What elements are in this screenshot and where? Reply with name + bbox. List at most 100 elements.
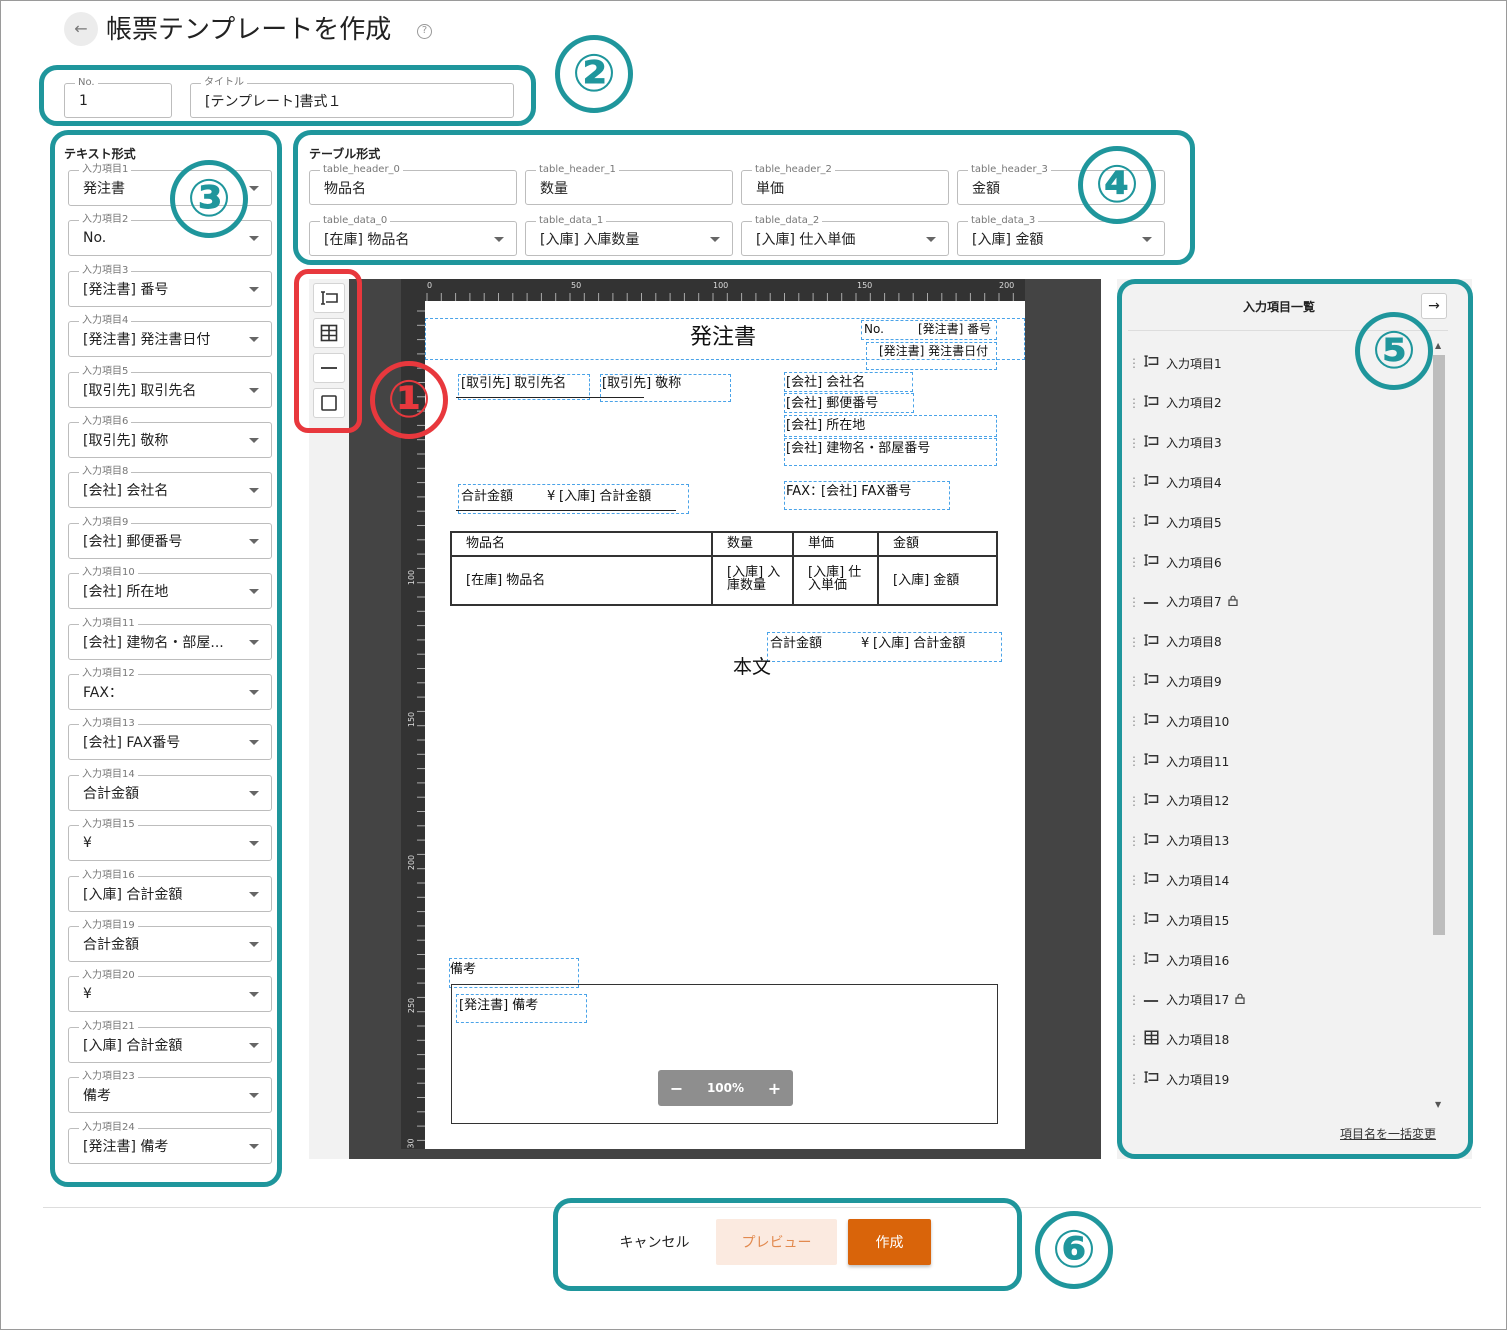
text-field-select[interactable]: 入力項目13 [会社] FAX番号 <box>68 717 272 761</box>
text-field-select[interactable]: 入力項目14 合計金額 <box>68 767 272 811</box>
input-item-label: 入力項目15 <box>1166 913 1230 928</box>
drag-handle-icon[interactable]: ⋮ <box>1128 674 1140 688</box>
table-data-select[interactable]: table_data_2 [入庫] 仕入単価 <box>741 214 949 256</box>
text-field-select[interactable]: 入力項目3 [発注書] 番号 <box>68 263 272 307</box>
drag-handle-icon[interactable]: ⋮ <box>1128 436 1140 450</box>
drag-handle-icon[interactable]: ⋮ <box>1128 993 1140 1007</box>
table-data-select[interactable]: table_data_1 [入庫] 入庫数量 <box>525 214 733 256</box>
input-list-item[interactable]: ⋮ 入力項目11 <box>1128 751 1229 771</box>
fax-value: [会社] FAX番号 <box>821 484 912 499</box>
drag-handle-icon[interactable]: ⋮ <box>1128 834 1140 848</box>
text-field-select[interactable]: 入力項目8 [会社] 会社名 <box>68 465 272 509</box>
table-data-select[interactable]: table_data_3 [入庫] 金額 <box>957 214 1165 256</box>
drag-handle-icon[interactable]: ⋮ <box>1128 873 1140 887</box>
drag-handle-icon[interactable]: ⋮ <box>1128 475 1140 489</box>
list-scrollbar[interactable] <box>1433 355 1445 935</box>
text-field-select[interactable]: 入力項目24 [発注書] 備考 <box>68 1120 272 1164</box>
text-field-icon <box>1140 1070 1162 1088</box>
input-list-item[interactable]: ⋮ 入力項目15 <box>1128 910 1229 930</box>
table-header-field[interactable]: table_header_0 物品名 <box>309 163 517 205</box>
input-list-item[interactable]: ⋮ 入力項目12 <box>1128 791 1229 811</box>
title-value: [テンプレート]書式１ <box>205 93 342 110</box>
text-field-select[interactable]: 入力項目16 [入庫] 合計金額 <box>68 868 272 912</box>
drag-handle-icon[interactable]: ⋮ <box>1128 794 1140 808</box>
input-list-item[interactable]: ⋮ 入力項目1 <box>1128 353 1222 373</box>
table-header-field[interactable]: table_header_2 単価 <box>741 163 949 205</box>
scroll-up-icon[interactable]: ▲ <box>1435 341 1441 350</box>
text-field-select[interactable]: 入力項目12 FAX： <box>68 667 272 710</box>
zoom-out-button[interactable]: − <box>670 1079 683 1098</box>
text-field-select[interactable]: 入力項目10 [会社] 所在地 <box>68 566 272 610</box>
drag-handle-icon[interactable]: ⋮ <box>1128 714 1140 728</box>
table-icon[interactable] <box>313 318 345 348</box>
dropdown-arrow-icon <box>710 236 720 242</box>
back-button[interactable]: ← <box>64 12 98 46</box>
input-list-item[interactable]: ⋮ 入力項目7 <box>1128 592 1238 612</box>
text-field-icon[interactable] <box>313 283 345 313</box>
text-field-select[interactable]: 入力項目2 No. <box>68 213 272 257</box>
scroll-down-icon[interactable]: ▼ <box>1435 1100 1441 1109</box>
input-list-item[interactable]: ⋮ 入力項目18 <box>1128 1030 1229 1050</box>
input-list-item[interactable]: ⋮ 入力項目2 <box>1128 393 1222 413</box>
drag-handle-icon[interactable]: ⋮ <box>1128 953 1140 967</box>
drag-handle-icon[interactable]: ⋮ <box>1128 1072 1140 1086</box>
table-header-field[interactable]: table_header_1 数量 <box>525 163 733 205</box>
cancel-button[interactable]: キャンセル <box>603 1219 706 1265</box>
text-field-select[interactable]: 入力項目9 [会社] 郵便番号 <box>68 515 272 559</box>
input-list-item[interactable]: ⋮ 入力項目4 <box>1128 472 1222 492</box>
table-data-select[interactable]: table_data_0 [在庫] 物品名 <box>309 214 517 256</box>
input-list-item[interactable]: ⋮ 入力項目9 <box>1128 671 1222 691</box>
help-icon[interactable]: ? <box>417 24 432 39</box>
field-value: [入庫] 合計金額 <box>83 1037 183 1054</box>
text-field-select[interactable]: 入力項目19 合計金額 <box>68 919 272 962</box>
text-field-select[interactable]: 入力項目4 [発注書] 発注書日付 <box>68 314 272 358</box>
preview-button[interactable]: プレビュー <box>716 1219 837 1265</box>
no-value: 1 <box>79 92 88 109</box>
text-field-select[interactable]: 入力項目20 ¥ <box>68 969 272 1013</box>
input-list-item[interactable]: ⋮ 入力項目19 <box>1128 1069 1229 1089</box>
annotation-4: ④ <box>1078 146 1156 224</box>
input-list-item[interactable]: ⋮ 入力項目17 <box>1128 990 1245 1010</box>
no-field[interactable]: No. 1 <box>64 76 172 118</box>
drag-handle-icon[interactable]: ⋮ <box>1128 913 1140 927</box>
text-field-select[interactable]: 入力項目6 [取引先] 敬称 <box>68 415 272 458</box>
create-button[interactable]: 作成 <box>848 1219 931 1265</box>
input-list-item[interactable]: ⋮ 入力項目8 <box>1128 632 1222 652</box>
drag-handle-icon[interactable]: ⋮ <box>1128 555 1140 569</box>
drag-handle-icon[interactable]: ⋮ <box>1128 595 1140 609</box>
title-field[interactable]: タイトル [テンプレート]書式１ <box>190 76 514 118</box>
dropdown-arrow-icon <box>249 790 259 796</box>
drag-handle-icon[interactable]: ⋮ <box>1128 1033 1140 1047</box>
dropdown-arrow-icon <box>249 639 259 645</box>
input-list-item[interactable]: ⋮ 入力項目3 <box>1128 433 1222 453</box>
text-field-select[interactable]: 入力項目15 ¥ <box>68 818 272 862</box>
drag-handle-icon[interactable]: ⋮ <box>1128 754 1140 768</box>
company-zip: [会社] 郵便番号 <box>786 396 879 411</box>
input-list-item[interactable]: ⋮ 入力項目16 <box>1128 950 1229 970</box>
drag-handle-icon[interactable]: ⋮ <box>1128 356 1140 370</box>
dropdown-arrow-icon <box>249 286 259 292</box>
doc-date: [発注書] 発注書日付 <box>879 344 989 358</box>
input-list-item[interactable]: ⋮ 入力項目10 <box>1128 711 1229 731</box>
collapse-panel-icon[interactable]: → <box>1421 293 1447 319</box>
text-field-select[interactable]: 入力項目11 [会社] 建物名・部屋... <box>68 616 272 660</box>
zoom-in-button[interactable]: + <box>768 1079 781 1098</box>
input-list-item[interactable]: ⋮ 入力項目6 <box>1128 552 1222 572</box>
text-field-select[interactable]: 入力項目23 備考 <box>68 1070 272 1114</box>
input-list-item[interactable]: ⋮ 入力項目14 <box>1128 870 1229 890</box>
text-field-select[interactable]: 入力項目5 [取引先] 取引先名 <box>68 364 272 408</box>
rectangle-icon[interactable] <box>313 388 345 418</box>
field-value: ¥ <box>83 835 92 852</box>
line-icon[interactable] <box>313 353 345 383</box>
text-field-select[interactable]: 入力項目21 [入庫] 合計金額 <box>68 1019 272 1063</box>
page-title: 帳票テンプレートを作成 <box>106 15 392 45</box>
total-label: 合計金額 <box>461 489 514 504</box>
input-list-item[interactable]: ⋮ 入力項目13 <box>1128 831 1229 851</box>
dropdown-arrow-icon <box>494 236 504 242</box>
drag-handle-icon[interactable]: ⋮ <box>1128 396 1140 410</box>
drag-handle-icon[interactable]: ⋮ <box>1128 635 1140 649</box>
input-item-label: 入力項目18 <box>1166 1033 1230 1048</box>
drag-handle-icon[interactable]: ⋮ <box>1128 515 1140 529</box>
rename-all-link[interactable]: 項目名を一括変更 <box>1340 1125 1436 1142</box>
input-list-item[interactable]: ⋮ 入力項目5 <box>1128 512 1222 532</box>
